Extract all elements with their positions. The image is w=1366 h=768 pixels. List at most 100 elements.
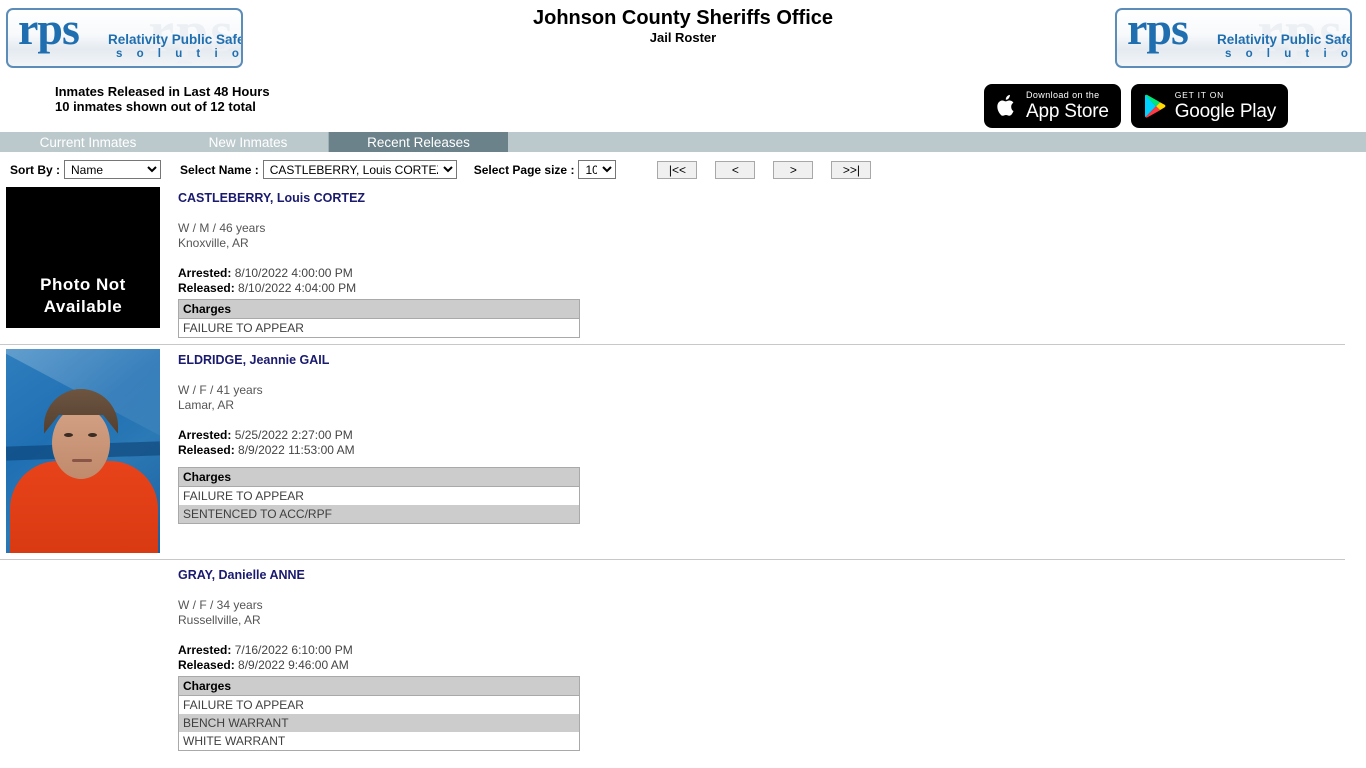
inmate-details: GRAY, Danielle ANNE W / F / 34 years Rus… (178, 564, 1366, 751)
page-size-select[interactable]: 10 (578, 160, 617, 179)
inmate-dates: Arrested: 7/16/2022 6:10:00 PM Released:… (178, 643, 1366, 672)
charges-header-row: Charges (178, 299, 580, 319)
charges-table: Charges FAILURE TO APPEAR BENCH WARRANT … (178, 676, 580, 751)
inmate-city: Lamar, AR (178, 397, 235, 412)
last-page-button[interactable]: >>| (831, 160, 872, 179)
arrested-label: Arrested: (178, 266, 232, 280)
inmate-demographics: W / F / 41 years Lamar, AR (178, 383, 1366, 412)
sort-by-select[interactable]: Name (64, 160, 162, 179)
inmate-record: Photo Not Available CASTLEBERRY, Louis C… (0, 187, 1366, 338)
next-page-button[interactable]: > (773, 160, 814, 179)
tab-bar: Current Inmates New Inmates Recent Relea… (0, 132, 1366, 152)
inmate-photo-placeholder: Photo Not Available (6, 187, 160, 328)
charge-row: FAILURE TO APPEAR (178, 486, 580, 505)
roster-summary-line-1: Inmates Released in Last 48 Hours (55, 84, 270, 99)
arrested-row: Arrested: 5/25/2022 2:27:00 PM (178, 428, 1366, 443)
released-value: 8/9/2022 9:46:00 AM (238, 657, 349, 672)
inmate-name[interactable]: CASTLEBERRY, Louis CORTEZ (178, 191, 1366, 205)
charge-cell: BENCH WARRANT (178, 714, 580, 732)
arrested-label: Arrested: (178, 643, 232, 657)
charges-header-row: Charges (178, 676, 580, 696)
tab-new-inmates[interactable]: New Inmates (168, 132, 328, 152)
inmate-demographics-line: W / M / 46 years (178, 221, 266, 235)
app-store-badge[interactable]: Download on the App Store (983, 84, 1121, 128)
logo-tagline-primary: Relativity Public Safety (108, 32, 243, 47)
logo-tagline-secondary: s o l u t i o n s (116, 48, 241, 60)
arrested-value: 8/10/2022 4:00:00 PM (234, 266, 353, 280)
released-value: 8/10/2022 4:04:00 PM (238, 280, 357, 295)
released-label: Released: (178, 442, 235, 457)
inmate-dates: Arrested: 8/10/2022 4:00:00 PM Released:… (178, 266, 1366, 295)
app-store-badges: Download on the App Store GET IT ON Goog… (983, 84, 1288, 128)
inmate-city: Russellville, AR (178, 612, 261, 627)
charge-cell: FAILURE TO APPEAR (178, 695, 580, 714)
charges-table: Charges FAILURE TO APPEAR SENTENCED TO A… (178, 467, 580, 524)
mugshot-mouth (72, 459, 92, 462)
first-page-button[interactable]: |<< (657, 160, 698, 179)
inmate-demographics: W / M / 46 years Knoxville, AR (178, 221, 1366, 250)
released-value: 8/9/2022 11:53:00 AM (238, 442, 355, 457)
tab-recent-releases[interactable]: Recent Releases (328, 132, 508, 152)
arrested-label: Arrested: (178, 428, 232, 442)
app-store-badge-text: Download on the App Store (1025, 91, 1109, 122)
charge-cell: SENTENCED TO ACC/RPF (178, 505, 580, 524)
inmate-name[interactable]: GRAY, Danielle ANNE (178, 568, 1366, 582)
select-name-select[interactable]: CASTLEBERRY, Louis CORTEZ (262, 160, 457, 179)
released-label: Released: (178, 280, 235, 295)
logo-tagline-primary: Relativity Public Safety (1217, 32, 1352, 47)
inmate-demographics: W / F / 34 years Russellville, AR (178, 598, 1366, 627)
select-name-label: Select Name : (180, 162, 259, 177)
charge-cell: WHITE WARRANT (178, 732, 580, 751)
arrested-value: 5/25/2022 2:27:00 PM (234, 428, 353, 442)
charges-header-cell: Charges (178, 467, 580, 487)
released-row: Released: 8/9/2022 11:53:00 AM (178, 443, 1366, 458)
page-size-label: Select Page size : (473, 162, 575, 177)
roster-summary-line-2: 10 inmates shown out of 12 total (55, 99, 256, 114)
released-label: Released: (178, 657, 235, 672)
charge-row: FAILURE TO APPEAR (178, 318, 580, 338)
previous-page-button[interactable]: < (715, 160, 756, 179)
tab-bar-left-spacer (0, 132, 8, 152)
logo-wordmark: rps (1127, 8, 1189, 54)
app-store-badge-big: App Store (1025, 101, 1109, 122)
google-play-badge-small: GET IT ON (1174, 90, 1225, 101)
tab-current-inmates[interactable]: Current Inmates (8, 132, 168, 152)
mugshot-eye-right (88, 433, 97, 437)
charges-table: Charges FAILURE TO APPEAR (178, 299, 580, 338)
inmate-photo[interactable] (6, 349, 160, 553)
inmate-demographics-line: W / F / 34 years (178, 598, 263, 612)
roster-summary: Inmates Released in Last 48 Hours 10 inm… (55, 84, 270, 114)
inmate-dates: Arrested: 5/25/2022 2:27:00 PM Released:… (178, 428, 1366, 457)
arrested-row: Arrested: 8/10/2022 4:00:00 PM (178, 266, 1366, 281)
logo-tagline-secondary: s o l u t i o n s (1225, 48, 1350, 60)
tab-bar-filler (508, 132, 1366, 152)
photo-unavailable-line-2: Available (43, 297, 123, 316)
google-play-badge-text: GET IT ON Google Play (1174, 90, 1277, 122)
charge-row: FAILURE TO APPEAR (178, 695, 580, 714)
arrested-value: 7/16/2022 6:10:00 PM (234, 643, 353, 657)
mugshot-face (52, 407, 110, 479)
inmate-list: Photo Not Available CASTLEBERRY, Louis C… (0, 187, 1366, 751)
charges-header-cell: Charges (178, 299, 580, 319)
inmate-name[interactable]: ELDRIDGE, Jeannie GAIL (178, 353, 1366, 367)
sort-by-label: Sort By : (10, 162, 61, 177)
charges-header-cell: Charges (178, 676, 580, 696)
inmate-record: ELDRIDGE, Jeannie GAIL W / F / 41 years … (0, 349, 1366, 553)
record-divider (0, 344, 1345, 345)
record-divider (0, 559, 1345, 560)
charge-row: SENTENCED TO ACC/RPF (178, 505, 580, 524)
charge-row: BENCH WARRANT (178, 714, 580, 732)
page-header: rps rps Relativity Public Safety s o l u… (0, 0, 1366, 132)
google-play-badge[interactable]: GET IT ON Google Play (1130, 84, 1288, 128)
pagination-controls: |<< < > >>| (657, 160, 872, 179)
arrested-row: Arrested: 7/16/2022 6:10:00 PM (178, 643, 1366, 658)
google-play-badge-big: Google Play (1174, 100, 1277, 122)
rps-logo-left[interactable]: rps rps Relativity Public Safety s o l u… (6, 8, 243, 68)
google-play-icon (1143, 93, 1167, 119)
inmate-record: GRAY, Danielle ANNE W / F / 34 years Rus… (0, 564, 1366, 751)
photo-unavailable-line-1: Photo Not (40, 275, 126, 294)
list-toolbar: Sort By : Name Select Name : CASTLEBERRY… (0, 152, 1366, 187)
inmate-details: ELDRIDGE, Jeannie GAIL W / F / 41 years … (178, 349, 1366, 524)
rps-logo-right[interactable]: rps rps Relativity Public Safety s o l u… (1115, 8, 1352, 68)
logo-wordmark: rps (18, 8, 80, 54)
